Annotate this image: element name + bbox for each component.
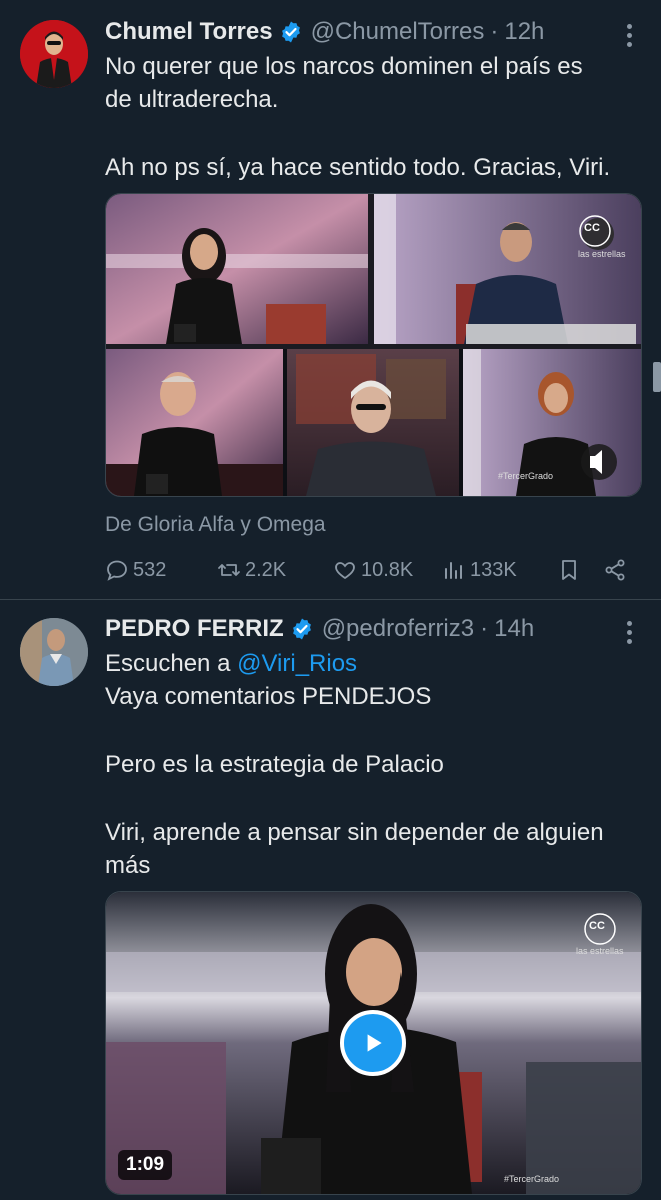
hashtag-watermark: #TercerGrado [504, 1174, 560, 1184]
share-button[interactable] [603, 555, 631, 585]
tweet-time[interactable]: 12h [504, 18, 544, 46]
tweet-text-line: de ultraderecha. [105, 86, 279, 113]
tweet-text-blank [105, 781, 645, 816]
tweet-header: Chumel Torres @ChumelTorres · 12h [105, 17, 544, 47]
verified-badge-icon [292, 618, 311, 640]
views-button[interactable]: 133K [442, 555, 517, 585]
cc-badge: CC [589, 920, 605, 932]
author-handle[interactable]: @ChumelTorres [311, 18, 485, 46]
tweet-actions: 532 2.2K 10.8K 133K [105, 555, 635, 585]
channel-watermark: las estrellas [576, 946, 624, 956]
tweet-divider [0, 599, 661, 600]
share-icon [605, 559, 625, 581]
retweet-count: 2.2K [245, 558, 287, 581]
author-name[interactable]: PEDRO FERRIZ [105, 615, 284, 643]
tweet-text: No querer que los narcos dominen el país… [105, 50, 645, 184]
more-options-icon[interactable] [627, 621, 635, 648]
tweet-chumel[interactable]: Chumel Torres @ChumelTorres · 12h No que… [0, 0, 661, 600]
views-icon [445, 562, 462, 579]
video-duration: 1:09 [118, 1150, 173, 1180]
tweet-text-line: Viri, aprende a pensar sin depender de a… [105, 819, 604, 846]
hashtag-watermark: #TercerGrado [498, 471, 554, 481]
tweet-text-blank [105, 116, 645, 151]
retweet-button[interactable]: 2.2K [217, 555, 286, 585]
tweet-pedro[interactable]: PEDRO FERRIZ @pedroferriz3 · 14h Escuche… [0, 601, 661, 1200]
cc-badge: CC [584, 222, 600, 234]
like-button[interactable]: 10.8K [333, 555, 413, 585]
tweet-text: Escuchen a @Viri_Rios Vaya comentarios P… [105, 647, 645, 882]
more-options-icon[interactable] [627, 24, 635, 51]
tweet-header: PEDRO FERRIZ @pedroferriz3 · 14h [105, 614, 534, 644]
like-icon [335, 562, 355, 580]
tweet-text-line: Ah no ps sí, ya hace sentido todo. Graci… [105, 154, 611, 181]
separator-dot: · [480, 615, 489, 642]
play-icon [367, 1034, 382, 1052]
reply-icon [107, 560, 127, 581]
mention-link[interactable]: @Viri_Rios [237, 650, 357, 677]
tweet-text-line: más [105, 852, 151, 879]
channel-watermark: las estrellas [578, 249, 626, 259]
tweet-text-prefix: Escuchen a [105, 650, 238, 677]
tweet-text-blank [105, 713, 645, 748]
avatar-pedro[interactable] [20, 618, 88, 686]
verified-badge-icon [281, 21, 300, 43]
media-source-label[interactable]: De Gloria Alfa y Omega [105, 513, 326, 537]
like-count: 10.8K [361, 558, 414, 581]
tweet-text-line: Pero es la estrategia de Palacio [105, 751, 444, 778]
tweet-text-line: Vaya comentarios PENDEJOS [105, 683, 432, 710]
author-name[interactable]: Chumel Torres [105, 18, 273, 46]
avatar-chumel[interactable] [20, 20, 88, 88]
tweet-text-line: Escuchen a @Viri_Rios [105, 647, 645, 680]
avatar-pedro-image [20, 618, 88, 686]
author-handle[interactable]: @pedroferriz3 [322, 615, 474, 643]
avatar-chumel-image [20, 20, 88, 88]
separator-dot: · [490, 18, 499, 45]
retweet-icon [218, 564, 240, 576]
tv-panel-image [106, 194, 641, 496]
scrollbar-handle[interactable] [653, 362, 661, 392]
bookmark-button[interactable] [557, 555, 585, 585]
views-count: 133K [470, 558, 517, 581]
tweet-media-image[interactable]: CC las estrellas #TercerGrado [105, 193, 642, 497]
reply-button[interactable]: 532 [105, 555, 166, 585]
play-button[interactable] [340, 1010, 406, 1076]
reply-count: 532 [133, 558, 167, 581]
tweet-text-line: No querer que los narcos dominen el país… [105, 53, 583, 80]
tweet-time[interactable]: 14h [494, 615, 534, 643]
bookmark-icon [562, 560, 576, 580]
tweet-media-video[interactable]: CC las estrellas #TercerGrado 1:09 [105, 891, 642, 1195]
